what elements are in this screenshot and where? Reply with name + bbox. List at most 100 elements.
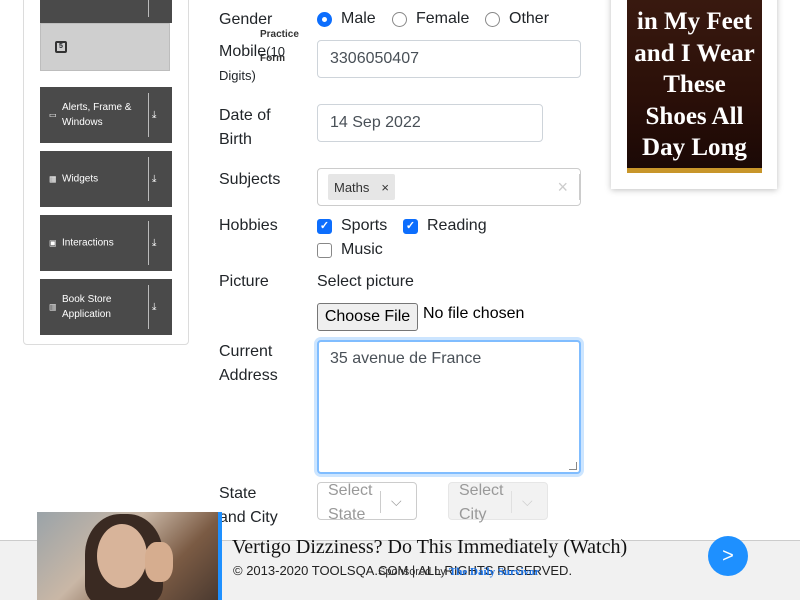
file-status: No file chosen xyxy=(423,305,525,322)
radio-indicator[interactable] xyxy=(317,11,332,27)
city-select: Select City ⌵ xyxy=(448,482,548,523)
checkbox-label[interactable]: Reading xyxy=(427,214,487,238)
remove-tag-icon[interactable]: × xyxy=(375,174,395,200)
banner-hand xyxy=(145,542,173,582)
mobile-label-text: Mobile xyxy=(219,43,267,60)
download-icon[interactable]: ⤓ xyxy=(152,238,156,249)
sponsored-text: Sponsored by The Daily Survivor xyxy=(378,566,539,578)
dob-label: Date of Birth xyxy=(219,104,271,152)
sidebar-group-label: Book Store Application xyxy=(62,294,112,320)
mobile-label: Mobile(10 Digits) xyxy=(219,40,309,88)
radio-label[interactable]: Other xyxy=(509,10,549,28)
sponsor-link[interactable]: The Daily Survivor xyxy=(449,566,539,578)
sidebar-group-widgets[interactable]: ▦ Widgets ⤓ xyxy=(40,151,172,207)
dob-label-line1: Date of xyxy=(219,107,271,124)
state-city-label: State and City xyxy=(219,482,278,530)
chevron-down-icon: ⌵ xyxy=(522,493,533,509)
subjects-label: Subjects xyxy=(219,171,281,188)
state-placeholder-line2: State xyxy=(328,506,366,523)
widgets-icon: ▦ xyxy=(49,174,57,184)
state-label-line2: and City xyxy=(219,509,278,526)
ad-bar xyxy=(627,168,762,173)
state-select[interactable]: Select State ⌵ xyxy=(317,482,417,523)
state-placeholder-line1: Select xyxy=(328,482,373,499)
download-icon[interactable]: ⤓ xyxy=(152,302,156,313)
checkbox-box[interactable] xyxy=(317,242,332,258)
radio-label[interactable]: Female xyxy=(416,10,469,28)
banner-face xyxy=(97,524,147,588)
gender-radio-male[interactable]: Male xyxy=(317,10,376,28)
address-textarea[interactable]: 35 avenue de France xyxy=(317,340,581,474)
dob-value: 14 Sep 2022 xyxy=(330,114,421,131)
ad-line: Shoes All xyxy=(645,102,744,130)
gender-label: Gender xyxy=(219,11,273,28)
divider xyxy=(579,174,580,200)
check-icon[interactable]: ✓ xyxy=(317,218,332,234)
radio-label[interactable]: Male xyxy=(341,10,376,28)
book-icon: ▥ xyxy=(49,302,57,312)
subjects-input[interactable]: Maths × × xyxy=(317,168,581,206)
sidebar-group-interactions[interactable]: ▣ Interactions ⤓ xyxy=(40,215,172,271)
sidebar-group-label: Widgets xyxy=(62,173,99,185)
banner-go-button[interactable]: > xyxy=(708,536,748,576)
divider xyxy=(148,221,149,265)
address-label-line2: Address xyxy=(219,367,278,384)
mobile-input[interactable]: 3306050407 xyxy=(317,40,581,78)
download-icon[interactable]: ⤓ xyxy=(152,110,156,121)
ad-line: and I Wear xyxy=(634,39,755,67)
radio-indicator[interactable] xyxy=(485,11,500,27)
sidebar-group-alerts[interactable]: ▭ Alerts, Frame & Windows ⤓ xyxy=(40,87,172,143)
dob-input[interactable]: 14 Sep 2022 xyxy=(317,104,543,142)
sponsored-prefix: Sponsored by xyxy=(378,566,446,578)
state-label-line1: State xyxy=(219,485,257,502)
banner-image[interactable] xyxy=(37,512,218,600)
ad-line: These xyxy=(663,71,726,98)
clear-icon[interactable]: × xyxy=(557,177,568,198)
banner-accent-bar xyxy=(218,512,222,600)
html5-icon: 5 xyxy=(55,41,67,53)
divider xyxy=(148,157,149,201)
ad-line: Day Long xyxy=(642,134,747,161)
sidebar-group-bookstore[interactable]: ▥ Book Store Application ⤓ xyxy=(40,279,172,335)
state-placeholder: Select State xyxy=(328,479,383,527)
frame-icon: ▭ xyxy=(49,110,57,120)
picture-prompt: Select picture xyxy=(317,273,414,290)
sidebar-item-practice-form[interactable]: 5 Practice Form xyxy=(40,23,299,71)
dob-label-line2: Birth xyxy=(219,131,252,148)
ad-line: in My Feet xyxy=(636,8,753,35)
city-placeholder-line2: City xyxy=(459,506,487,523)
hobby-checkbox-sports[interactable]: ✓ Sports xyxy=(317,214,387,238)
hobby-checkbox-music[interactable]: Music xyxy=(317,238,383,262)
subject-tag: Maths × xyxy=(328,174,395,200)
picture-label: Picture xyxy=(219,273,269,290)
check-icon[interactable]: ✓ xyxy=(403,218,418,234)
download-icon[interactable]: ⤓ xyxy=(152,174,156,185)
city-placeholder-line1: Select xyxy=(459,482,504,499)
choose-file-button[interactable]: Choose File xyxy=(317,303,418,331)
gender-radio-other[interactable]: Other xyxy=(485,10,549,28)
chevron-down-icon[interactable]: ⌵ xyxy=(391,493,402,510)
sidebar-group-label: Alerts, Frame & Windows xyxy=(62,102,132,128)
checkbox-label[interactable]: Sports xyxy=(341,214,387,238)
address-label: Current Address xyxy=(219,340,278,388)
subject-tag-label: Maths xyxy=(334,179,370,195)
sidebar-group-label: Interactions xyxy=(62,237,114,249)
city-placeholder: Select City xyxy=(459,479,514,527)
hobby-checkbox-reading[interactable]: ✓ Reading xyxy=(403,214,487,238)
address-label-line1: Current xyxy=(219,343,273,360)
mobile-value: 3306050407 xyxy=(330,50,419,67)
resize-handle[interactable] xyxy=(569,462,577,470)
ad-text[interactable]: in My Feet and I Wear These Shoes All Da… xyxy=(627,6,762,164)
divider xyxy=(148,93,149,137)
radio-indicator[interactable] xyxy=(392,11,407,27)
checkbox-label[interactable]: Music xyxy=(341,238,383,262)
interactions-icon: ▣ xyxy=(49,238,57,248)
banner-title[interactable]: Vertigo Dizziness? Do This Immediately (… xyxy=(232,536,627,559)
gender-radio-female[interactable]: Female xyxy=(392,10,469,28)
address-value: 35 avenue de France xyxy=(330,350,482,367)
hobbies-label: Hobbies xyxy=(219,217,278,234)
divider xyxy=(148,285,149,329)
sidebar-group-forms[interactable] xyxy=(40,0,172,23)
divider xyxy=(380,491,381,513)
divider xyxy=(511,491,512,513)
